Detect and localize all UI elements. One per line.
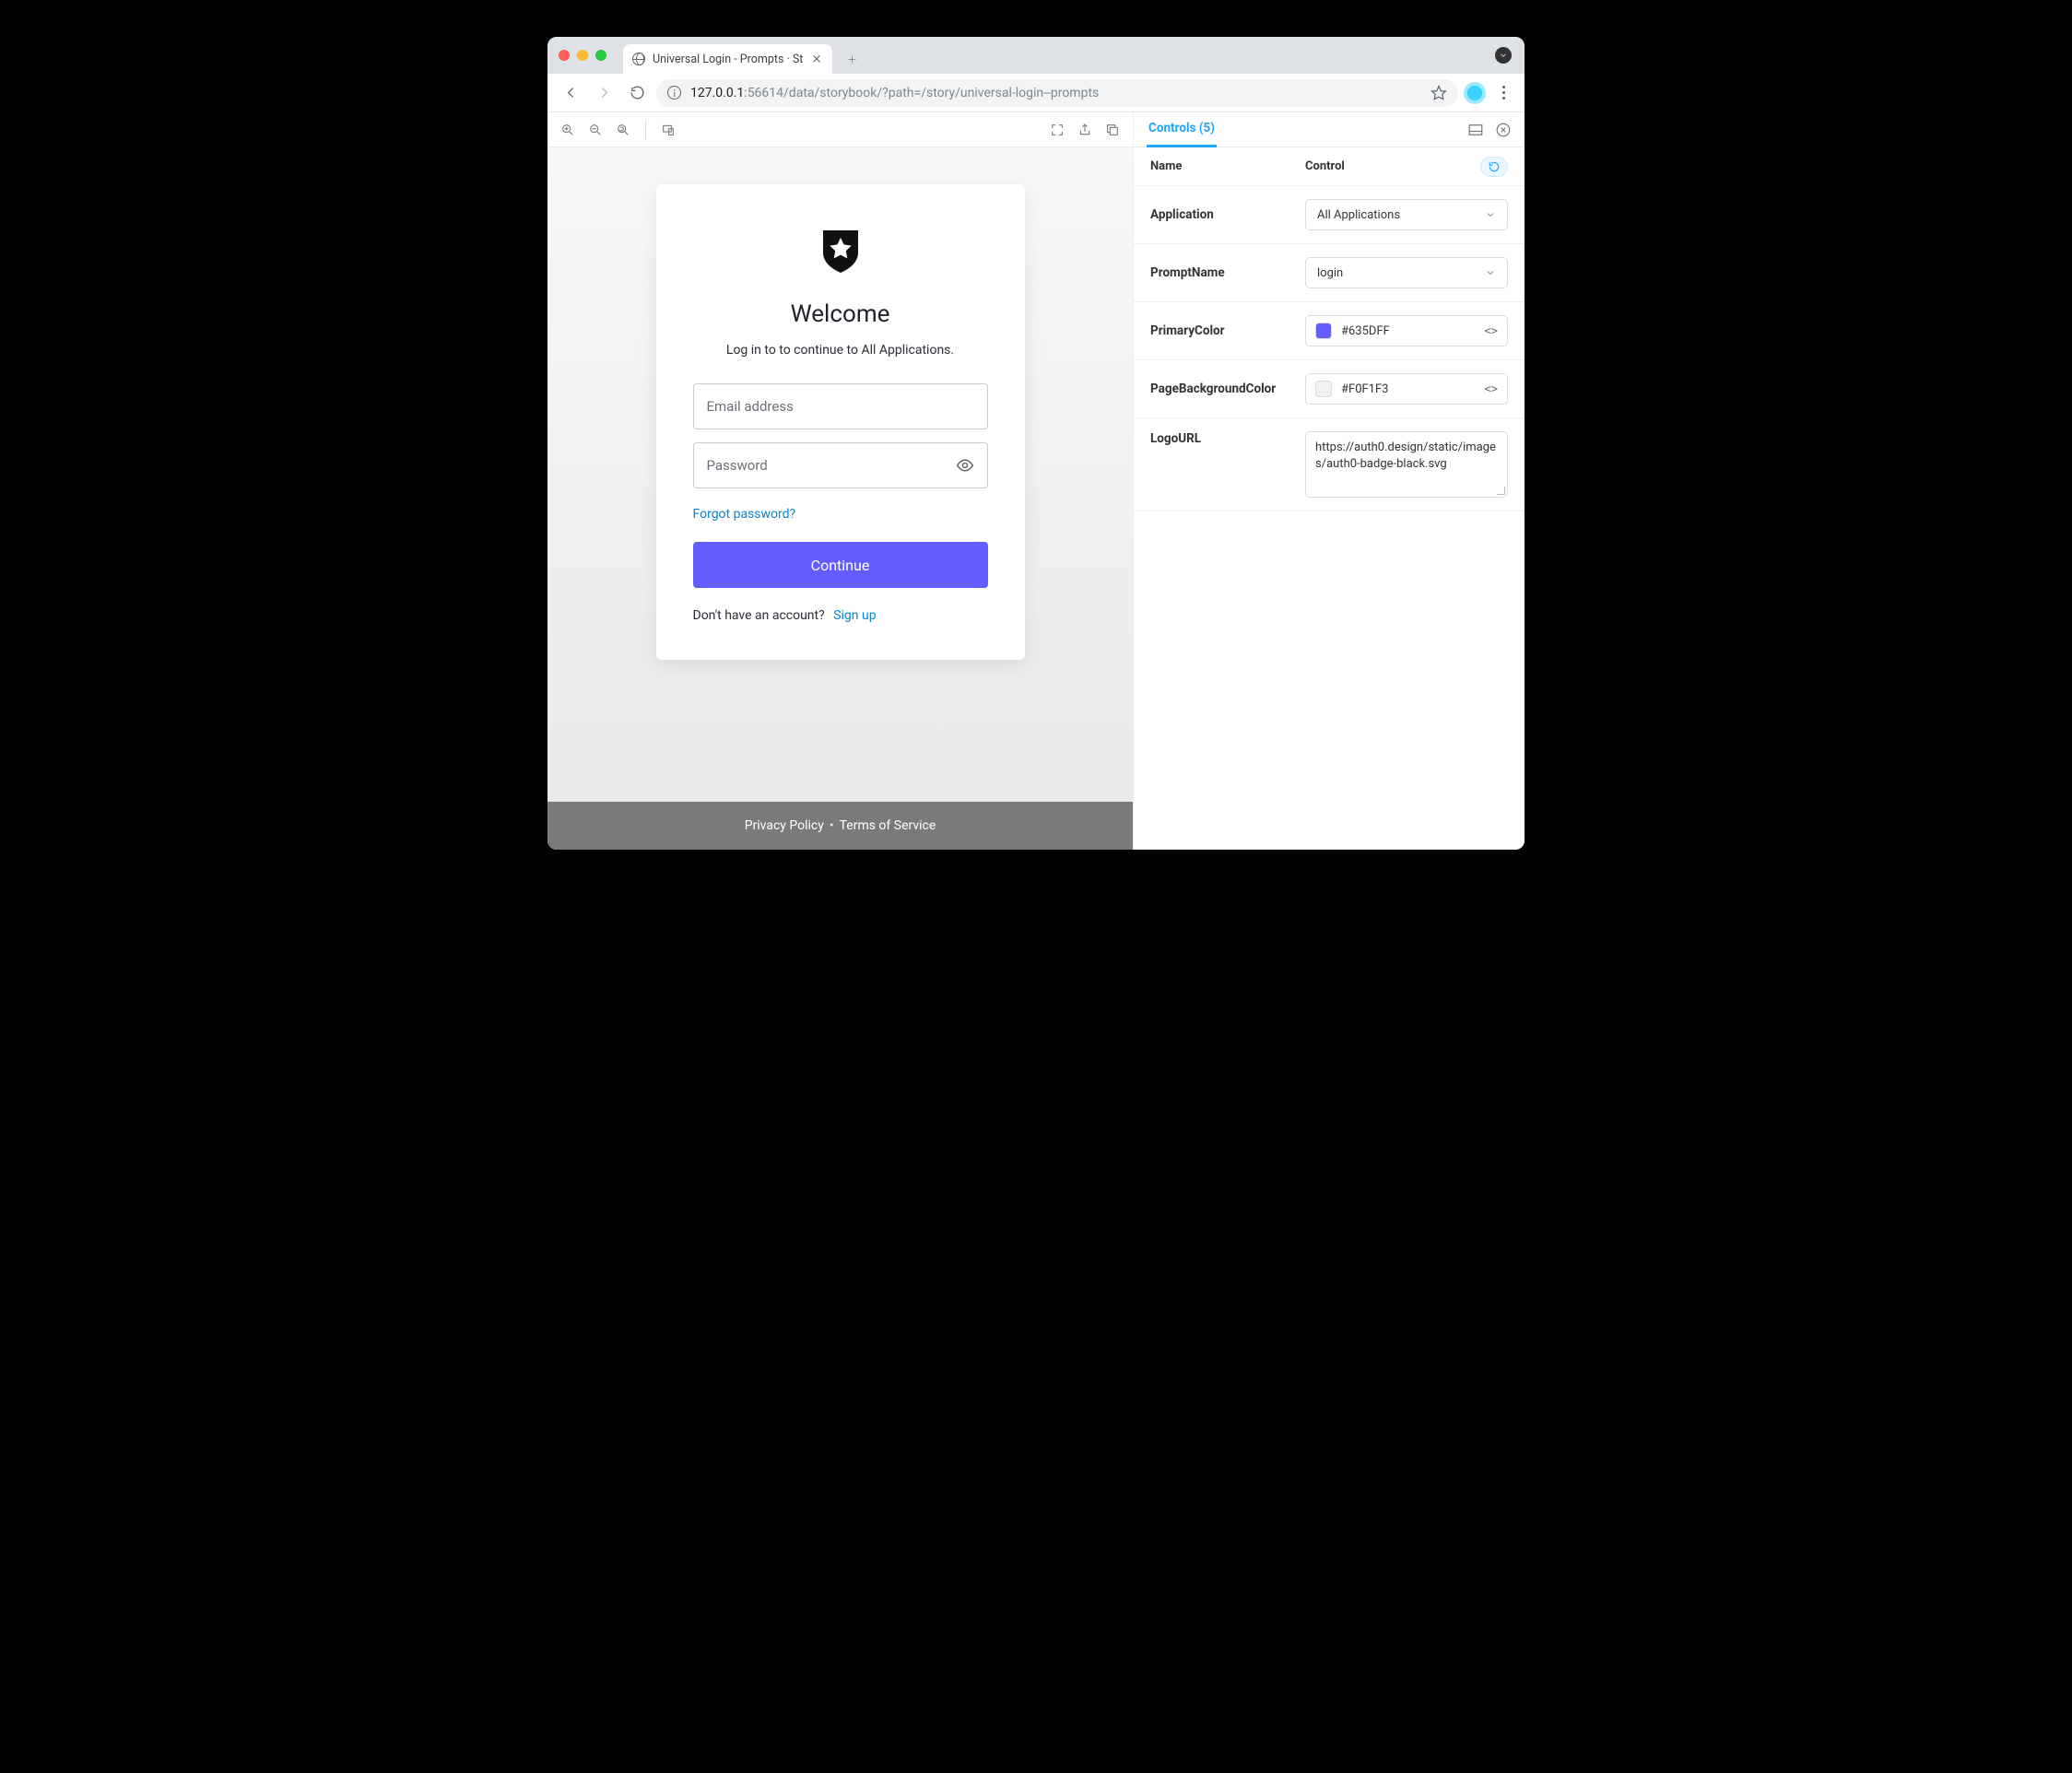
- fullscreen-icon[interactable]: [1050, 123, 1065, 137]
- control-prompt-name: PromptName login: [1134, 244, 1525, 302]
- header-name: Name: [1150, 159, 1305, 173]
- no-account-text: Don't have an account?: [693, 608, 825, 623]
- close-window-button[interactable]: [559, 50, 570, 61]
- controls-panel: Controls (5) Name Control Application Al…: [1134, 112, 1525, 850]
- login-card: Welcome Log in to to continue to All App…: [656, 184, 1025, 660]
- browser-menu-button[interactable]: [1491, 81, 1515, 105]
- story-canvas: Welcome Log in to to continue to All App…: [547, 112, 1134, 850]
- login-subtitle: Log in to to continue to All Application…: [726, 343, 954, 358]
- reload-button[interactable]: [623, 79, 651, 107]
- chevron-down-icon: [1485, 267, 1496, 278]
- site-info-icon[interactable]: [667, 86, 681, 100]
- zoom-out-icon[interactable]: [588, 123, 603, 137]
- color-format-toggle[interactable]: <>: [1485, 324, 1498, 337]
- controls-tab[interactable]: Controls (5): [1147, 112, 1217, 147]
- tab-bar: Universal Login - Prompts · St: [547, 37, 1525, 74]
- content-area: Welcome Log in to to continue to All App…: [547, 112, 1525, 850]
- email-field[interactable]: Email address: [693, 383, 988, 429]
- zoom-window-button[interactable]: [595, 50, 606, 61]
- show-password-icon[interactable]: [956, 456, 974, 475]
- browser-tab[interactable]: Universal Login - Prompts · St: [623, 44, 832, 74]
- control-logo-url: LogoURL https://auth0.design/static/imag…: [1134, 418, 1525, 511]
- minimize-window-button[interactable]: [577, 50, 588, 61]
- primary-color-swatch: [1315, 323, 1332, 339]
- page-bg-swatch: [1315, 381, 1332, 397]
- extension-icon[interactable]: [1464, 82, 1486, 104]
- close-tab-icon[interactable]: [810, 53, 823, 65]
- copy-icon[interactable]: [1105, 123, 1120, 137]
- logo-url-textarea[interactable]: https://auth0.design/static/images/auth0…: [1305, 431, 1508, 498]
- password-placeholder: Password: [707, 457, 768, 474]
- forgot-password-link[interactable]: Forgot password?: [693, 507, 796, 522]
- share-icon[interactable]: [1077, 123, 1092, 137]
- addon-tabs: Controls (5): [1134, 112, 1525, 147]
- privacy-link[interactable]: Privacy Policy: [745, 818, 824, 833]
- preview-footer: Privacy Policy • Terms of Service: [547, 802, 1133, 850]
- continue-button[interactable]: Continue: [693, 542, 988, 588]
- chevron-down-icon: [1485, 209, 1496, 220]
- tab-title: Universal Login - Prompts · St: [653, 53, 803, 66]
- controls-header: Name Control: [1134, 147, 1525, 186]
- color-format-toggle[interactable]: <>: [1485, 382, 1498, 395]
- url-input[interactable]: 127.0.0.1:56614/data/storybook/?path=/st…: [656, 79, 1458, 107]
- control-page-bg-color: PageBackgroundColor #F0F1F3 <>: [1134, 360, 1525, 418]
- close-panel-icon[interactable]: [1495, 122, 1512, 138]
- bookmark-icon[interactable]: [1430, 85, 1447, 101]
- signup-row: Don't have an account? Sign up: [693, 608, 877, 623]
- footer-separator: •: [830, 818, 834, 833]
- zoom-in-icon[interactable]: [560, 123, 575, 137]
- new-tab-button[interactable]: [840, 47, 864, 71]
- primary-color-input[interactable]: #635DFF <>: [1305, 315, 1508, 346]
- application-select[interactable]: All Applications: [1305, 199, 1508, 230]
- preview-frame: Welcome Log in to to continue to All App…: [547, 147, 1133, 850]
- control-application: Application All Applications: [1134, 186, 1525, 244]
- password-field[interactable]: Password: [693, 442, 988, 488]
- terms-link[interactable]: Terms of Service: [840, 818, 936, 833]
- traffic-lights: [559, 37, 623, 74]
- page-bg-color-input[interactable]: #F0F1F3 <>: [1305, 373, 1508, 405]
- email-placeholder: Email address: [707, 398, 794, 415]
- reset-controls-button[interactable]: [1480, 157, 1508, 177]
- panel-position-icon[interactable]: [1467, 122, 1484, 138]
- login-title: Welcome: [791, 300, 890, 328]
- toolbar-separator: [645, 121, 646, 139]
- signup-link[interactable]: Sign up: [833, 608, 876, 623]
- globe-icon: [632, 53, 645, 65]
- viewport-icon[interactable]: [661, 123, 676, 137]
- zoom-reset-icon[interactable]: [616, 123, 630, 137]
- tabstrip-menu-button[interactable]: [1495, 47, 1512, 64]
- control-primary-color: PrimaryColor #635DFF <>: [1134, 302, 1525, 360]
- auth0-badge-icon: [819, 229, 862, 275]
- address-bar: 127.0.0.1:56614/data/storybook/?path=/st…: [547, 74, 1525, 112]
- resize-handle-icon[interactable]: [1496, 486, 1505, 495]
- url-text: 127.0.0.1:56614/data/storybook/?path=/st…: [690, 86, 1421, 100]
- prompt-name-select[interactable]: login: [1305, 257, 1508, 288]
- back-button[interactable]: [557, 79, 584, 107]
- browser-window: Universal Login - Prompts · St 127.0.0.1…: [547, 37, 1525, 850]
- canvas-toolbar: [547, 112, 1133, 147]
- header-control: Control: [1305, 159, 1480, 173]
- forward-button[interactable]: [590, 79, 618, 107]
